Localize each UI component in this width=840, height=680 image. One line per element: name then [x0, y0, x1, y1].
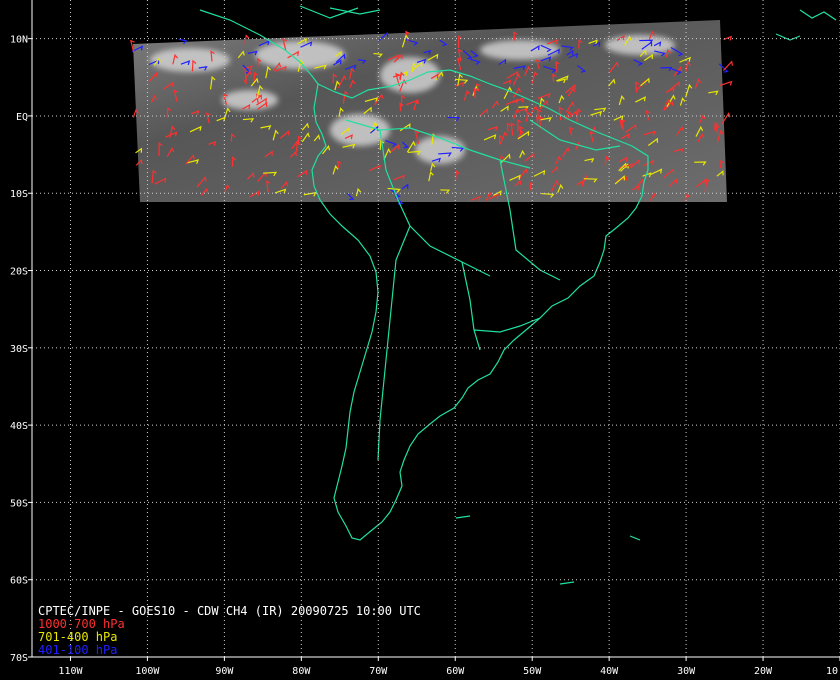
product-title: CPTEC/INPE - GOES10 - CDW CH4 (IR) 20090… [38, 604, 421, 618]
lon-tick-label: 30W [677, 666, 696, 677]
lat-tick-label: 30S [10, 344, 28, 355]
wind-vector [722, 60, 734, 71]
lon-tick-label: 10 [826, 666, 838, 677]
lon-tick-label: 20W [754, 666, 773, 677]
lon-tick-label: 100W [135, 666, 160, 677]
lat-tick-label: 10S [10, 189, 28, 200]
lon-tick-label: 40W [600, 666, 619, 677]
legend-item-mid: 701-400 hPa [38, 630, 118, 644]
lon-tick-label: 90W [215, 666, 234, 677]
lat-tick-label: EQ [16, 112, 28, 123]
lat-tick-label: 70S [10, 653, 28, 664]
legend-item-high: 401-100 hPa [38, 643, 118, 657]
lon-tick-label: 110W [58, 666, 83, 677]
lat-tick-label: 10N [10, 35, 28, 46]
lon-tick-label: 80W [292, 666, 311, 677]
lat-tick-label: 40S [10, 421, 28, 432]
map-panel: 10N EQ 10S 20S 30S 40S 50S 60S 70S 110W 100W 90W 80W… [10, 0, 840, 677]
lon-tick-label: 70W [369, 666, 388, 677]
lat-tick-label: 60S [10, 576, 28, 587]
lat-tick-label: 20S [10, 267, 28, 278]
lat-tick-label: 50S [10, 498, 28, 509]
legend-item-low: 1000-700 hPa [38, 617, 125, 631]
lon-tick-label: 60W [446, 666, 465, 677]
lon-tick-label: 50W [523, 666, 542, 677]
